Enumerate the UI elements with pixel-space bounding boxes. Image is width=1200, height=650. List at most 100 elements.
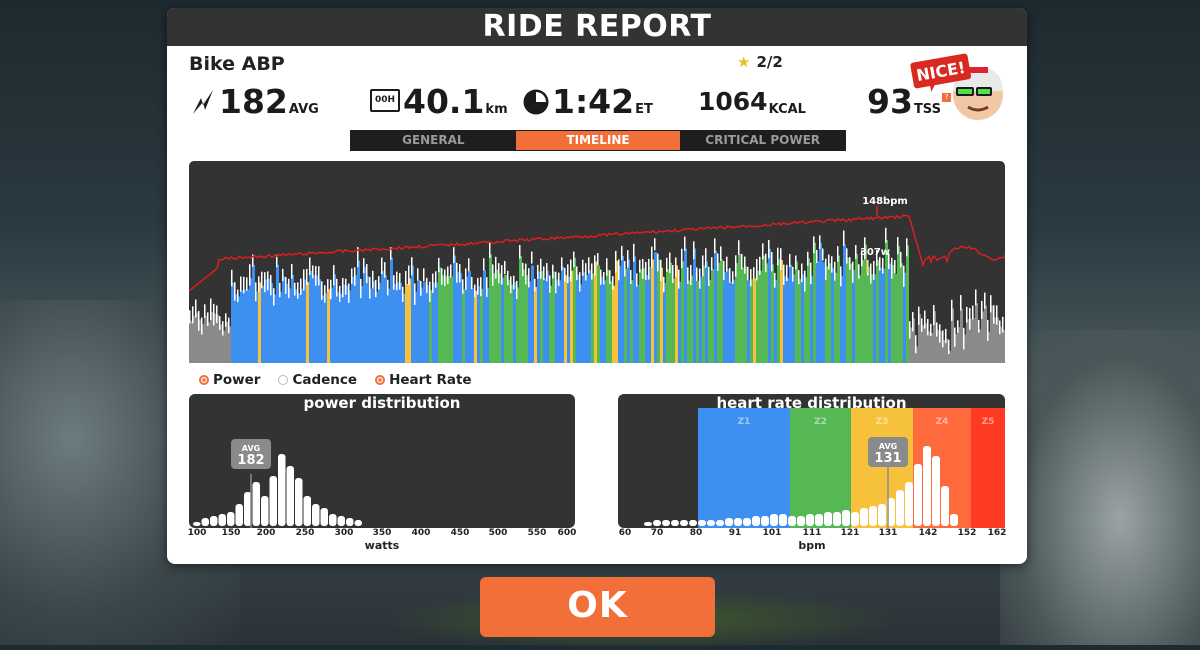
power-bar [381, 271, 384, 363]
power-bar [390, 257, 393, 363]
power-distribution-bar [269, 476, 277, 526]
power-bar [579, 284, 582, 363]
cadence-spike [966, 306, 968, 323]
cadence-spike [345, 278, 347, 295]
power-bar [258, 282, 261, 363]
power-bar [708, 279, 711, 363]
cadence-spike [435, 271, 437, 288]
cadence-spike [855, 245, 857, 259]
power-bar [789, 264, 792, 363]
hr-distribution-bar [716, 520, 724, 526]
cadence-spike [564, 267, 566, 282]
power-bar [759, 270, 762, 363]
hr-distribution-bar [860, 508, 868, 526]
cadence-spike [780, 248, 782, 270]
tab-critical-power[interactable]: CRITICAL POWER [680, 131, 845, 150]
toggle-power[interactable] [199, 375, 209, 385]
power-bar [843, 244, 846, 363]
cadence-spike [342, 277, 344, 298]
tss-value: 93 [867, 82, 913, 121]
cadence-spike [231, 269, 233, 287]
power-bar [630, 280, 633, 363]
cadence-spike [900, 251, 902, 268]
cadence-spike [561, 257, 563, 271]
legend-power[interactable]: Power [199, 372, 260, 388]
ok-button[interactable]: OK [480, 577, 715, 637]
hr-distribution-bar [932, 456, 940, 526]
power-bar [402, 293, 405, 363]
cadence-spike [942, 330, 944, 348]
toggle-cadence[interactable] [278, 375, 289, 385]
hr-zone-label: Z1 [738, 417, 751, 427]
power-bar [321, 295, 324, 363]
cadence-spike [237, 289, 239, 303]
power-bar [462, 289, 465, 363]
legend-power-label: Power [213, 372, 261, 388]
cadence-spike [720, 246, 722, 261]
cadence-spike [597, 253, 599, 266]
power-bar [234, 294, 237, 363]
power-bar [792, 274, 795, 363]
cadence-spike [594, 255, 596, 276]
cadence-spike [615, 250, 617, 273]
tab-general[interactable]: GENERAL [351, 131, 516, 150]
cadence-spike [693, 241, 695, 260]
power-tick: 600 [557, 528, 577, 538]
cadence-spike [555, 271, 557, 294]
toggle-heart-rate[interactable] [375, 375, 386, 385]
power-bar [495, 269, 498, 363]
cadence-spike [303, 269, 305, 291]
power-bar [471, 288, 474, 363]
cadence-spike [264, 272, 266, 293]
hr-distribution-bar [752, 516, 760, 526]
hr-tick: 131 [878, 528, 898, 538]
power-bar [735, 262, 738, 363]
hr-tick: 91 [728, 528, 742, 538]
cadence-spike [420, 281, 422, 296]
hr-distribution-title: heart rate distribution [716, 394, 907, 412]
power-bar [816, 261, 819, 363]
cadence-spike [828, 254, 830, 270]
power-bar [639, 269, 642, 363]
power-distribution-bar [201, 518, 209, 526]
cadence-spike [624, 261, 626, 277]
power-bar [786, 277, 789, 363]
legend-heart-rate[interactable]: Heart Rate [375, 372, 472, 388]
cadence-spike [525, 263, 527, 285]
tab-timeline[interactable]: TIMELINE [515, 131, 681, 150]
cadence-spike [318, 266, 320, 286]
power-distribution-title: power distribution [303, 394, 461, 412]
cadence-spike [423, 268, 425, 282]
power-bar [564, 275, 567, 363]
power-bar [408, 278, 411, 363]
power-tick: 450 [450, 528, 470, 538]
background-scenery-right [1000, 330, 1200, 645]
power-tick: 150 [221, 528, 241, 538]
power-bar [732, 279, 735, 363]
power-bar [813, 242, 816, 363]
power-bar [729, 281, 732, 363]
cadence-spike [531, 251, 533, 264]
hr-distribution-bar [770, 514, 778, 526]
cadence-spike [537, 264, 539, 279]
cadence-spike [534, 278, 536, 292]
power-distribution-bar [252, 482, 260, 526]
power-bar [924, 323, 927, 363]
cadence-spike [873, 260, 875, 280]
cadence-spike [639, 259, 641, 273]
hr-distribution-bar [842, 510, 850, 526]
clock-icon [523, 89, 549, 115]
cadence-spike [402, 286, 404, 302]
power-bar [690, 275, 693, 363]
power-bar [666, 269, 669, 363]
hr-distribution-bar [788, 516, 796, 526]
legend-cadence[interactable]: Cadence [278, 372, 357, 388]
cadence-spike [999, 320, 1001, 335]
power-bar [861, 259, 864, 363]
power-bar [504, 274, 507, 363]
cadence-spike [759, 256, 761, 275]
power-bar [438, 267, 441, 363]
hr-distribution-bar [824, 512, 832, 526]
power-bar [600, 276, 603, 363]
power-bar [492, 272, 495, 363]
